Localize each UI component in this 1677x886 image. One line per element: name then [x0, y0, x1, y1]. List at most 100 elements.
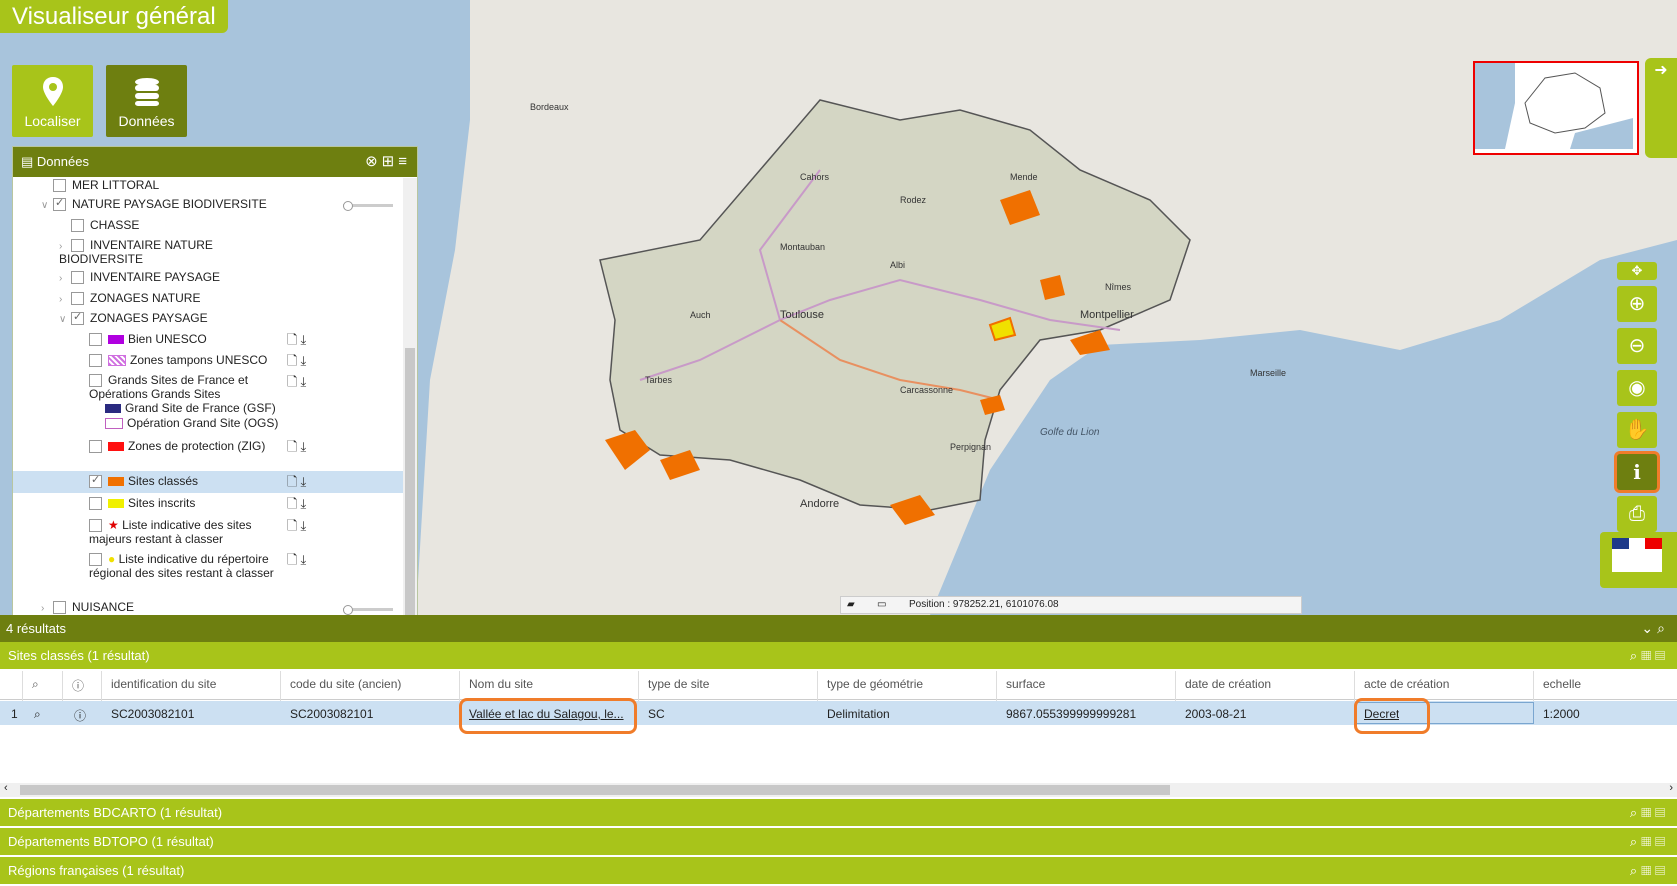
selected-layer-highlight: [13, 471, 403, 493]
localiser-button[interactable]: Localiser: [12, 65, 93, 137]
column-header[interactable]: date de création: [1185, 677, 1271, 691]
document-icon[interactable]: ▤: [1655, 805, 1669, 820]
ruler-icon[interactable]: ▭: [877, 597, 886, 613]
tree-item-zonages-paysage[interactable]: ∨ZONAGES PAYSAGE: [59, 310, 208, 326]
legend-swatch: [105, 418, 123, 430]
checkbox[interactable]: [89, 473, 102, 489]
info-button[interactable]: i: [1617, 454, 1657, 490]
checkbox[interactable]: [71, 239, 84, 253]
overview-minimap[interactable]: [1473, 61, 1639, 155]
collapse-icon[interactable]: ⌄: [1641, 620, 1657, 636]
checkbox[interactable]: [89, 553, 102, 567]
chevron-down-icon: ∨: [41, 200, 49, 211]
checkbox[interactable]: [89, 519, 102, 533]
scroll-thumb[interactable]: [20, 785, 1170, 795]
layer-liste-repertoire[interactable]: ● Liste indicative du répertoire régiona…: [89, 552, 279, 580]
tree-item-nature-paysage[interactable]: ∨NATURE PAYSAGE BIODIVERSITE: [41, 196, 267, 212]
column-header[interactable]: surface: [1006, 677, 1045, 691]
column-header[interactable]: identification du site: [111, 677, 216, 691]
column-header[interactable]: code du site (ancien): [290, 677, 401, 691]
feature-info-icon[interactable]: ⓘ: [74, 707, 86, 724]
search-icon[interactable]: ⌕: [1630, 863, 1641, 878]
checkbox[interactable]: [89, 333, 102, 347]
database-icon: ▤: [21, 154, 34, 169]
checkbox[interactable]: [89, 354, 102, 368]
print-button[interactable]: ⎙: [1617, 496, 1657, 532]
tree-item-mer-littoral[interactable]: MER LITTORAL: [41, 178, 159, 193]
checkbox[interactable]: [71, 292, 84, 306]
layer-actions[interactable]: 🗋⤓: [287, 473, 309, 495]
search-icon[interactable]: ⌕: [1657, 620, 1669, 636]
opacity-slider[interactable]: [343, 605, 393, 615]
excel-icon[interactable]: ▦: [1641, 863, 1655, 878]
pan-hand-button[interactable]: ✋: [1617, 412, 1657, 448]
layer-actions[interactable]: 🗋⤓: [287, 438, 309, 460]
layer-switch-icon[interactable]: ▰: [847, 597, 855, 613]
zoom-out-button[interactable]: ⊖: [1617, 328, 1657, 364]
layer-actions[interactable]: 🗋⤓: [287, 352, 309, 374]
column-header[interactable]: Nom du site: [469, 677, 533, 691]
column-header[interactable]: echelle: [1543, 677, 1581, 691]
layer-actions[interactable]: 🗋⤓: [287, 331, 309, 353]
checkbox[interactable]: [89, 374, 102, 388]
tree-item-inventaire-paysage[interactable]: › INVENTAIRE PAYSAGE: [59, 270, 220, 285]
zoom-in-button[interactable]: ⊕: [1617, 286, 1657, 322]
search-icon[interactable]: ⌕: [1630, 834, 1641, 849]
chevron-right-icon: ›: [41, 603, 45, 614]
layer-grands-sites[interactable]: Grands Sites de France et Opérations Gra…: [89, 373, 269, 401]
legend-swatch: [108, 335, 124, 345]
excel-icon[interactable]: ▦: [1641, 805, 1655, 820]
tree-item-chasse[interactable]: CHASSE: [59, 218, 139, 233]
pan-move-button[interactable]: ✥: [1617, 262, 1657, 280]
group-departements-bdcarto[interactable]: Départements BDCARTO (1 résultat) ⌕▦▤: [0, 799, 1677, 828]
layer-zig[interactable]: Zones de protection (ZIG): [89, 439, 265, 454]
scroll-left-icon[interactable]: ‹: [4, 782, 8, 794]
group-departements-bdtopo[interactable]: Départements BDTOPO (1 résultat) ⌕▦▤: [0, 828, 1677, 857]
document-icon[interactable]: ▤: [1655, 863, 1669, 878]
checkbox[interactable]: [89, 497, 102, 511]
layer-bien-unesco[interactable]: Bien UNESCO: [89, 332, 207, 347]
scroll-right-icon[interactable]: ›: [1669, 782, 1673, 794]
layer-sites-classes[interactable]: Sites classés: [89, 473, 198, 489]
checkbox[interactable]: [53, 196, 66, 212]
donnees-button[interactable]: Données: [106, 65, 187, 137]
minimap-toggle-button[interactable]: ➜: [1645, 58, 1677, 158]
column-header[interactable]: acte de création: [1364, 677, 1449, 691]
document-icon[interactable]: ▤: [1655, 648, 1669, 663]
zoom-to-feature-icon[interactable]: ⌕: [34, 707, 41, 722]
search-icon[interactable]: ⌕: [1630, 805, 1641, 820]
document-icon[interactable]: ▤: [1655, 834, 1669, 849]
tree-item-inventaire-nature[interactable]: › INVENTAIRE NATURE BIODIVERSITE: [59, 238, 259, 266]
tree-scrollbar[interactable]: [403, 178, 417, 618]
checkbox[interactable]: [53, 601, 66, 615]
excel-icon[interactable]: ▦: [1641, 834, 1655, 849]
excel-icon[interactable]: ▦: [1641, 648, 1655, 663]
layer-actions[interactable]: 🗋⤓: [287, 517, 309, 539]
checkbox[interactable]: [71, 219, 84, 233]
menu-icon[interactable]: ≡: [398, 153, 411, 170]
globe-button[interactable]: ◉: [1617, 370, 1657, 406]
chevron-right-icon: ›: [59, 294, 63, 305]
layer-liste-majeurs[interactable]: ★ Liste indicative des sites majeurs res…: [89, 518, 279, 546]
checkbox[interactable]: [89, 440, 102, 454]
layer-actions[interactable]: 🗋⤓: [287, 373, 309, 395]
opacity-slider[interactable]: [343, 201, 393, 211]
add-layer-icon[interactable]: ⊞: [382, 153, 399, 170]
column-header[interactable]: type de géométrie: [827, 677, 923, 691]
column-header[interactable]: type de site: [648, 677, 709, 691]
tree-item-nuisance[interactable]: › NUISANCE: [41, 600, 134, 615]
checkbox[interactable]: [53, 179, 66, 193]
layer-actions[interactable]: 🗋⤓: [287, 551, 309, 573]
group-regions-francaises[interactable]: Régions françaises (1 résultat) ⌕▦▤: [0, 857, 1677, 886]
tree-item-zonages-nature[interactable]: › ZONAGES NATURE: [59, 291, 200, 306]
checkbox[interactable]: [71, 271, 84, 285]
close-icon[interactable]: ⊗: [365, 153, 382, 170]
layer-zones-tampons[interactable]: Zones tampons UNESCO: [89, 353, 267, 368]
group-sites-classes[interactable]: Sites classés (1 résultat) ⌕▦▤: [0, 642, 1677, 671]
layer-actions[interactable]: 🗋⤓: [287, 495, 309, 517]
checkbox[interactable]: [71, 310, 84, 326]
scroll-thumb[interactable]: [405, 348, 415, 618]
layer-sites-inscrits[interactable]: Sites inscrits: [89, 496, 195, 511]
horizontal-scrollbar[interactable]: ‹ ›: [0, 782, 1677, 797]
search-icon[interactable]: ⌕: [1630, 648, 1641, 663]
